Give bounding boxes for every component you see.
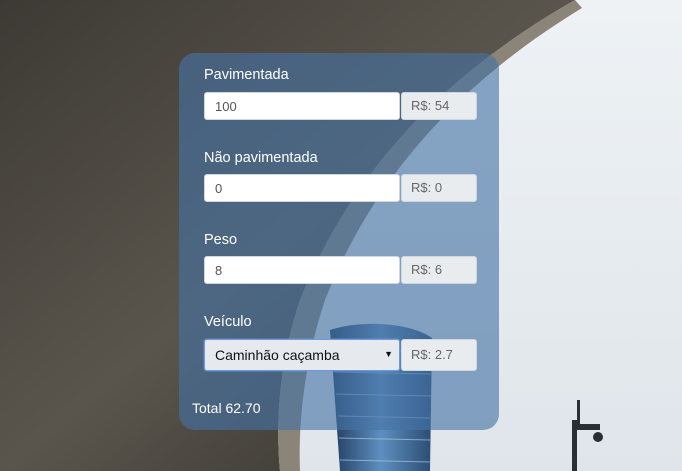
weight-cost: R$: 6 [401,256,477,284]
vehicle-label: Veículo [204,314,252,330]
total-value: Total 62.70 [192,400,261,416]
weight-input[interactable] [204,256,400,284]
unpaved-label: Não pavimentada [204,150,318,166]
vehicle-select-value: Caminhão caçamba [215,347,340,363]
vehicle-cost: R$: 2.7 [401,339,477,371]
paved-label: Pavimentada [204,67,289,83]
chevron-down-icon: ▼ [384,349,393,359]
paved-cost: R$: 54 [401,92,477,120]
unpaved-cost: R$: 0 [401,174,477,202]
paved-input[interactable] [204,92,400,120]
unpaved-input[interactable] [204,174,400,202]
weight-label: Peso [204,232,238,248]
vehicle-select[interactable]: Caminhão caçamba ▼ [204,339,400,371]
calculator-panel: Pavimentada R$: 54 Não pavimentada R$: 0… [179,53,499,430]
